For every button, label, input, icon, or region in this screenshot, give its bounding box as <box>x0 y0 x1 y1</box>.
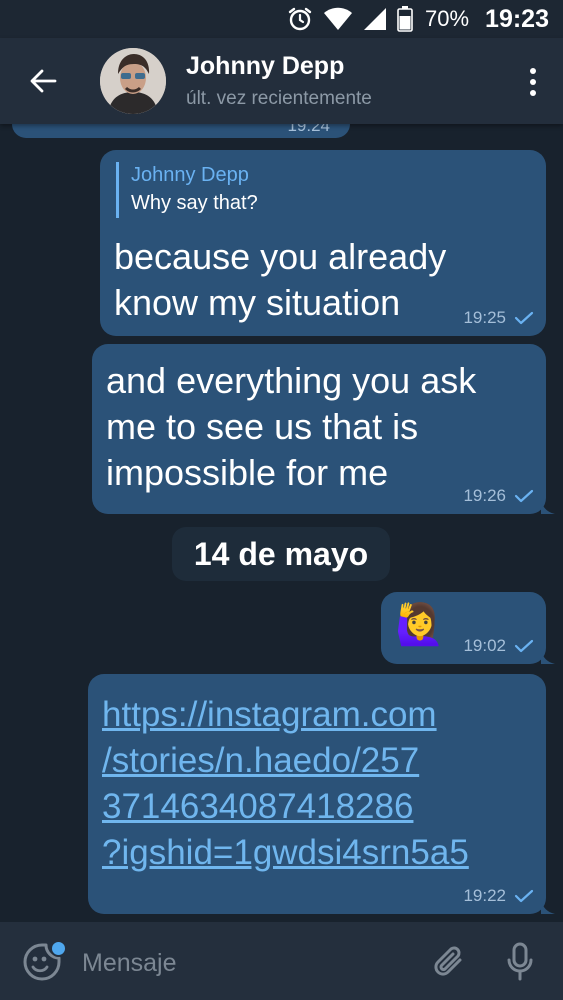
paperclip-icon <box>434 946 462 976</box>
bubble-tail <box>541 900 555 914</box>
back-arrow-icon <box>30 69 57 93</box>
reply-text: Why say that? <box>131 192 258 214</box>
message-time: 19:24 <box>287 124 330 135</box>
more-vertical-icon <box>530 68 536 74</box>
bubble-tail <box>541 500 555 514</box>
reply-author: Johnny Depp <box>131 164 249 186</box>
message-text: because you already know my situation <box>114 236 447 323</box>
message-text: and everything you ask me to see us that… <box>106 360 477 493</box>
reply-quote[interactable]: Johnny Depp Why say that? <box>116 162 258 218</box>
battery-icon <box>397 6 413 32</box>
bubble-tail <box>541 650 555 664</box>
status-clock: 19:23 <box>485 4 549 33</box>
message-time: 19:26 <box>463 486 506 505</box>
signal-icon <box>363 7 387 31</box>
voice-record-button[interactable] <box>500 940 540 984</box>
wifi-icon <box>323 7 353 31</box>
message-bubble-reply[interactable]: Johnny Depp Why say that? because you al… <box>100 150 546 336</box>
date-separator: 14 de mayo <box>172 527 390 581</box>
read-check-icon <box>514 639 534 653</box>
message-bubble[interactable]: and everything you ask me to see us that… <box>92 344 555 514</box>
microphone-icon <box>507 942 533 981</box>
avatar[interactable] <box>100 48 166 114</box>
new-sticker-dot <box>50 940 67 957</box>
battery-percentage: 70% <box>425 6 470 31</box>
message-bubble-link[interactable]: https://instagram.com /stories/n.haedo/2… <box>88 674 555 914</box>
more-options-button[interactable] <box>521 62 545 102</box>
read-check-icon <box>514 489 534 503</box>
read-check-icon <box>514 889 534 903</box>
message-time: 19:02 <box>463 636 506 655</box>
instagram-link[interactable]: https://instagram.com /stories/n.haedo/2… <box>102 692 469 876</box>
message-list[interactable]: 19:24 Johnny Depp Why say that? because … <box>0 124 563 922</box>
read-check-icon <box>514 311 534 325</box>
alarm-icon <box>287 6 313 32</box>
emoji-raising-hand: 🙋‍♀️ <box>395 603 445 647</box>
contact-name[interactable]: Johnny Depp <box>186 52 344 81</box>
message-time: 19:25 <box>463 308 506 327</box>
status-bar: 70% 19:23 <box>0 0 563 38</box>
message-composer <box>0 922 563 1000</box>
message-input[interactable] <box>80 942 384 984</box>
attach-button[interactable] <box>430 942 470 982</box>
back-button[interactable] <box>22 60 64 102</box>
chat-header: Johnny Depp últ. vez recientemente <box>0 38 563 124</box>
message-bubble-previous[interactable]: 19:24 <box>12 124 350 138</box>
message-time: 19:22 <box>463 886 506 905</box>
contact-last-seen: últ. vez recientemente <box>186 88 372 109</box>
message-bubble-emoji[interactable]: 🙋‍♀️ 19:02 <box>381 592 555 664</box>
